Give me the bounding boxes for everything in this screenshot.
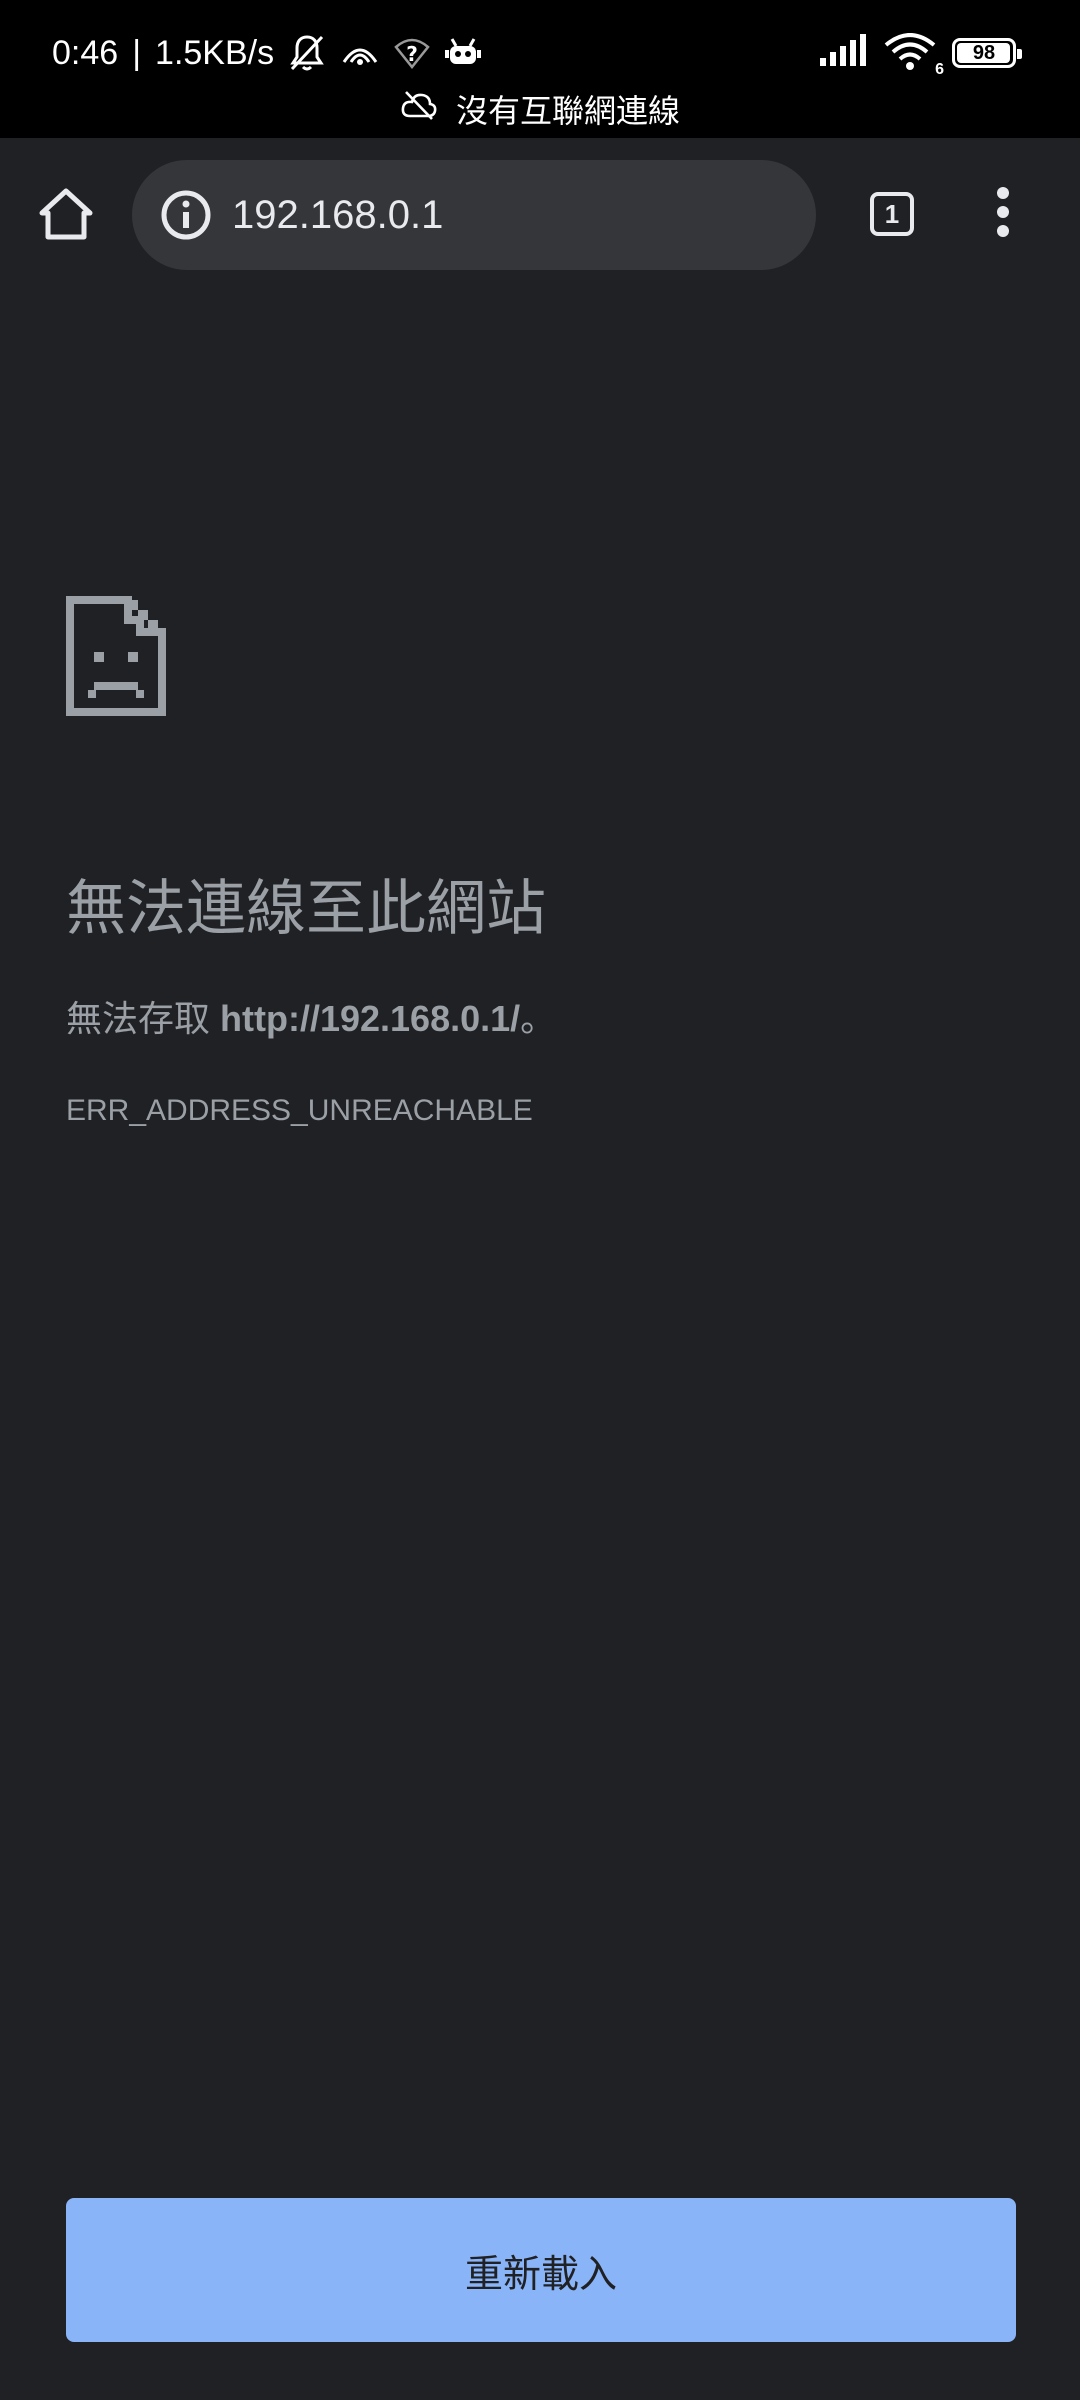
info-icon[interactable] <box>160 189 212 241</box>
url-text[interactable]: 192.168.0.1 <box>232 193 443 238</box>
hotspot-icon <box>340 38 380 68</box>
wifi-question-icon: ? <box>394 37 430 69</box>
status-right: 6 98 <box>818 30 1022 78</box>
home-icon <box>38 187 94 246</box>
svg-text:?: ? <box>406 42 418 66</box>
battery-level: 98 <box>972 41 996 64</box>
status-bar: 0:46 | 1.5KB/s ? 6 98 沒有互聯網連線 <box>0 0 1080 138</box>
cloud-off-icon <box>400 90 438 128</box>
error-desc-url: http://192.168.0.1/ <box>220 998 521 1039</box>
error-desc-suffix: 。 <box>520 998 557 1039</box>
network-status-banner: 沒有互聯網連線 <box>0 86 1080 132</box>
wifi-badge: 6 <box>935 61 944 78</box>
tab-count: 1 <box>870 192 914 236</box>
home-button[interactable] <box>30 180 102 252</box>
error-desc-prefix: 無法存取 <box>66 998 221 1039</box>
bot-icon <box>444 36 482 70</box>
status-network-speed: 1.5KB/s <box>155 33 275 72</box>
reload-button[interactable]: 重新載入 <box>66 2198 1016 2342</box>
battery-icon: 98 <box>952 38 1022 68</box>
error-code: ERR_ADDRESS_UNREACHABLE <box>66 1094 533 1127</box>
tab-switcher-button[interactable]: 1 <box>862 184 922 244</box>
wifi-icon: 6 <box>884 33 944 78</box>
status-time: 0:46 <box>52 33 119 72</box>
error-title: 無法連線至此網站 <box>66 875 546 942</box>
menu-button[interactable] <box>968 178 1038 250</box>
browser-toolbar: 192.168.0.1 1 <box>0 138 1080 292</box>
signal-icon <box>818 33 868 73</box>
notifications-off-icon <box>288 33 326 73</box>
error-description: 無法存取 http://192.168.0.1/。 <box>66 990 556 1042</box>
status-separator: | <box>132 33 142 72</box>
address-bar[interactable]: 192.168.0.1 <box>132 160 816 270</box>
network-banner-text: 沒有互聯網連線 <box>455 93 680 129</box>
sad-page-icon <box>66 596 166 716</box>
more-vert-icon <box>993 186 1013 243</box>
browser-screen: 0:46 | 1.5KB/s ? 6 98 沒有互聯網連線 192.168.0.… <box>0 0 1080 2400</box>
status-left: 0:46 | 1.5KB/s ? <box>52 30 482 76</box>
